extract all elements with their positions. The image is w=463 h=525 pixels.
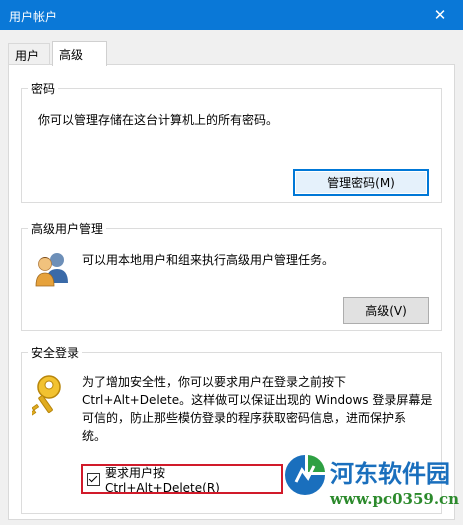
secure-logon-description-line-4: 统。 (82, 429, 107, 443)
require-ctrl-alt-delete-checkbox[interactable]: 要求用户按 Ctrl+Alt+Delete(R) (81, 466, 281, 495)
password-group-legend: 密码 (28, 80, 59, 97)
watermark-name: 河东软件园 (330, 459, 450, 488)
watermark-url: www.pc0359.cn (330, 490, 460, 508)
secure-logon-group-legend: 安全登录 (28, 344, 83, 361)
password-group: 密码 你可以管理存储在这台计算机上的所有密码。 管理密码(M) (21, 80, 442, 203)
manage-passwords-button[interactable]: 管理密码(M) (293, 169, 429, 196)
close-button[interactable]: ✕ (417, 0, 463, 30)
tab-users[interactable]: 用户 (8, 43, 50, 65)
advanced-user-group-legend: 高级用户管理 (28, 220, 107, 237)
secure-logon-description-line-3: 可信的，防止那些模仿登录的程序获取密码信息，进而保护系 (82, 411, 407, 425)
secure-logon-description-line-1: 为了增加安全性，你可以要求用户在登录之前按下 (82, 375, 347, 389)
users-icon (32, 249, 72, 292)
tab-advanced[interactable]: 高级 (52, 41, 107, 66)
title-bar: 用户帐户 ✕ (0, 0, 463, 30)
key-icon (29, 373, 72, 420)
secure-logon-description-line-2: Ctrl+Alt+Delete。这样做可以保证出现的 Windows 登录屏幕是 (82, 393, 433, 407)
window-title: 用户帐户 (9, 10, 58, 24)
require-ctrl-alt-delete-label: 要求用户按 Ctrl+Alt+Delete(R) (105, 465, 220, 495)
checkbox-checked-icon[interactable] (87, 472, 100, 486)
password-description: 你可以管理存储在这台计算机上的所有密码。 (38, 113, 279, 127)
watermark-logo-icon (282, 452, 328, 501)
advanced-user-description: 可以用本地用户和组来执行高级用户管理任务。 (82, 253, 335, 267)
advanced-button[interactable]: 高级(V) (343, 297, 429, 324)
advanced-user-management-group: 高级用户管理 可以用本地用户和组来执行高级用户管理任务。 高级(V) (21, 220, 442, 331)
watermark: 河东软件园 www.pc0359.cn (276, 440, 463, 525)
close-icon: ✕ (433, 6, 447, 24)
